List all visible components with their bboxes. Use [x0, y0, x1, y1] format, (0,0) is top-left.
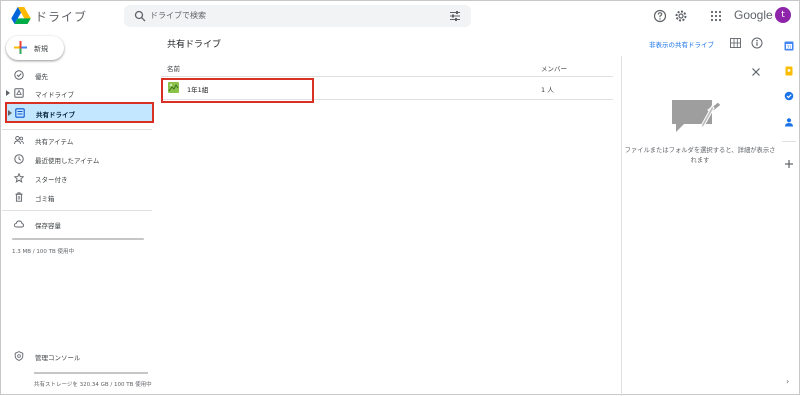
svg-text:31: 31: [786, 44, 792, 49]
hidden-shared-drives-link[interactable]: 非表示の共有ドライブ: [649, 39, 714, 49]
close-icon[interactable]: [751, 67, 761, 77]
shared-storage-bar: [34, 372, 148, 374]
add-addon-plus-icon[interactable]: [784, 159, 794, 169]
sidebar-item-shared-drives[interactable]: 共有ドライブ: [5, 102, 154, 123]
app-window: ドライブ ドライブで検索 Google t 新規 優先 マイドライブ 共有ドライ…: [0, 0, 800, 396]
account-avatar[interactable]: t: [775, 7, 791, 23]
search-placeholder[interactable]: ドライブで検索: [150, 10, 206, 21]
admin-console-link[interactable]: 管理コンソール: [5, 348, 151, 364]
sidebar-item-starred[interactable]: スター付き: [5, 170, 151, 186]
sidebar-item-label: 最近使用したアイテム: [35, 157, 100, 165]
sidebar-item-label: ゴミ箱: [35, 195, 55, 203]
search-options-icon[interactable]: [449, 10, 461, 22]
contacts-icon[interactable]: [784, 117, 794, 127]
sidebar-item-label: 共有アイテム: [35, 138, 74, 146]
top-bar: ドライブ ドライブで検索 Google t: [2, 2, 800, 30]
shared-drives-icon: [15, 108, 25, 118]
clock-icon: [14, 154, 24, 164]
sidebar-item-storage[interactable]: 保存容量: [5, 216, 151, 232]
header-divider: [161, 76, 613, 77]
my-drive-icon: [14, 88, 24, 98]
sidebar-item-label: 優先: [35, 73, 48, 81]
people-icon: [14, 135, 24, 145]
details-empty-message: ファイルまたはフォルダを選択すると、詳細が表示されます: [624, 147, 776, 164]
row-members: 1 人: [541, 86, 554, 94]
drive-logo-icon[interactable]: [11, 7, 31, 24]
sidebar-divider: [2, 129, 152, 130]
settings-gear-icon[interactable]: [674, 9, 688, 23]
tasks-icon[interactable]: [784, 91, 794, 101]
sidebar-item-label: マイドライブ: [35, 91, 74, 99]
apps-grid-icon[interactable]: [709, 9, 723, 23]
sidebar-item-my-drive[interactable]: マイドライブ: [5, 85, 151, 101]
search-box[interactable]: ドライブで検索: [124, 5, 471, 27]
sidebar-item-priority[interactable]: 優先: [5, 67, 151, 83]
check-circle-icon: [14, 70, 24, 80]
storage-usage-text: 1.3 MB / 100 TB 使用中: [12, 249, 74, 255]
search-icon[interactable]: [134, 10, 146, 22]
cloud-icon: [14, 220, 24, 228]
info-icon[interactable]: [751, 37, 763, 49]
grid-view-icon[interactable]: [730, 38, 741, 48]
sidebar-divider: [2, 210, 152, 211]
sidebar-item-label: 共有ドライブ: [36, 111, 75, 119]
new-button[interactable]: 新規: [6, 36, 64, 60]
expand-caret-icon[interactable]: [6, 90, 10, 96]
keep-icon[interactable]: [784, 66, 794, 76]
page-title: 共有ドライブ: [167, 40, 222, 50]
shared-storage-text: 共有ストレージを 320.34 GB / 100 TB 使用中: [34, 382, 152, 388]
sidebar-item-label: 保存容量: [35, 222, 61, 230]
details-panel-divider: [621, 56, 622, 396]
expand-caret-icon[interactable]: [8, 110, 12, 116]
sidebar-item-shared-with-me[interactable]: 共有アイテム: [5, 132, 151, 148]
rail-divider: [782, 141, 796, 142]
column-header-members[interactable]: メンバー: [541, 63, 567, 73]
new-button-label: 新規: [34, 45, 48, 53]
details-empty-illustration-icon: [672, 100, 722, 132]
help-icon[interactable]: [653, 9, 667, 23]
plus-icon: [14, 41, 27, 54]
app-name[interactable]: ドライブ: [35, 8, 87, 25]
column-header-name[interactable]: 名前: [167, 63, 180, 73]
row-highlight-box: [161, 78, 314, 103]
sidebar-item-label: スター付き: [35, 176, 68, 184]
chevron-right-icon[interactable]: ›: [786, 377, 789, 386]
side-apps-rail: 31: [778, 31, 800, 395]
trash-icon: [15, 192, 23, 202]
sidebar-item-recent[interactable]: 最近使用したアイテム: [5, 151, 151, 167]
sidebar-item-trash[interactable]: ゴミ箱: [5, 189, 151, 205]
admin-console-label: 管理コンソール: [35, 354, 81, 362]
calendar-icon[interactable]: 31: [784, 41, 794, 51]
shield-settings-icon: [14, 351, 24, 361]
star-icon: [14, 173, 24, 183]
storage-usage-bar: [12, 238, 144, 240]
google-wordmark[interactable]: Google: [734, 8, 773, 22]
